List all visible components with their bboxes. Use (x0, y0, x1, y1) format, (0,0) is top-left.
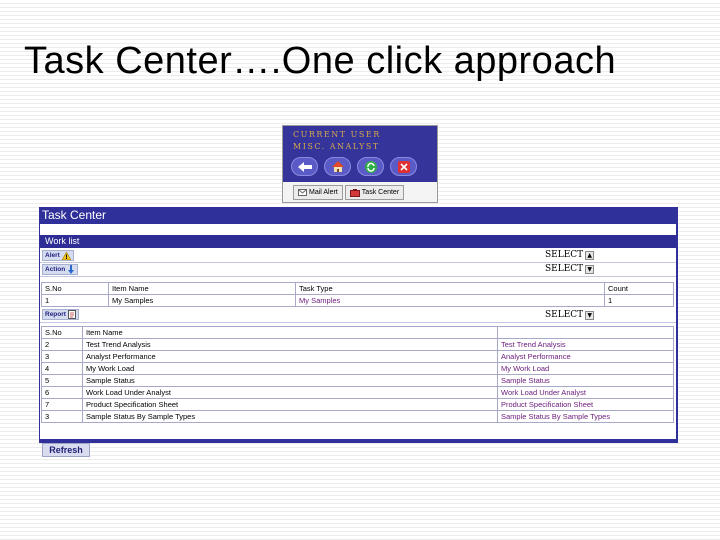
report-link[interactable]: Analyst Performance (497, 350, 674, 363)
worklist-header: Work list (40, 235, 676, 248)
table-row[interactable]: 2 Test Trend Analysis Test Trend Analysi… (41, 338, 674, 351)
table-row[interactable]: 7 Product Specification Sheet Product Sp… (41, 398, 674, 411)
table-row[interactable]: 3 Analyst Performance Analyst Performanc… (41, 350, 674, 363)
user-tabs: Mail Alert Task Center (293, 185, 405, 200)
back-arrow-icon (297, 161, 312, 172)
alert-label: Alert (45, 252, 60, 259)
report-select-value: SELECT (545, 310, 584, 320)
column-header: Item Name (108, 282, 296, 295)
table-header-row: S.No Item Name (41, 326, 674, 339)
table-row[interactable]: 1 My Samples My Samples 1 (41, 294, 674, 307)
cell-sno: 3 (41, 350, 83, 363)
cell-item: Work Load Under Analyst (82, 386, 498, 399)
report-select[interactable]: SELECT ▼ (545, 310, 595, 320)
close-button[interactable] (390, 157, 417, 176)
report-label: Report (45, 311, 66, 318)
user-toolbar (291, 157, 417, 176)
cell-sno: 6 (41, 386, 83, 399)
current-user-caption: Current User (293, 130, 381, 139)
download-arrow-icon (68, 265, 75, 274)
action-select[interactable]: SELECT ▼ (545, 264, 595, 274)
warning-icon (61, 251, 71, 260)
document-icon (67, 310, 76, 319)
cell-sno: 7 (41, 398, 83, 411)
task-type-link[interactable]: My Samples (295, 294, 605, 307)
back-button[interactable] (291, 157, 318, 176)
cell-count: 1 (604, 294, 674, 307)
refresh-button[interactable] (357, 157, 384, 176)
alert-select-value: SELECT (545, 250, 584, 260)
alert-select[interactable]: SELECT ▲ (545, 250, 595, 260)
report-table: S.No Item Name 2 Test Trend Analysis Tes… (41, 326, 674, 423)
task-center-window: Task Center Work list Alert SELECT ▲ Act… (39, 207, 678, 457)
tab-task-center[interactable]: Task Center (344, 185, 405, 200)
current-user-panel: Current User Misc. Analyst Mail Alert Ta… (282, 125, 438, 203)
cell-item: Test Trend Analysis (82, 338, 498, 351)
tab-mail-alert[interactable]: Mail Alert (293, 185, 343, 200)
report-link[interactable]: Test Trend Analysis (497, 338, 674, 351)
table-row[interactable]: 4 My Work Load My Work Load (41, 362, 674, 375)
column-header (497, 326, 674, 339)
cell-sno: 4 (41, 362, 83, 375)
report-link[interactable]: My Work Load (497, 362, 674, 375)
cell-sno: 2 (41, 338, 83, 351)
cell-item: Sample Status (82, 374, 498, 387)
chevron-down-icon: ▼ (585, 310, 595, 320)
cell-sno: 1 (41, 294, 109, 307)
column-header: S.No (41, 326, 83, 339)
cell-item: Analyst Performance (82, 350, 498, 363)
column-header: Task Type (295, 282, 605, 295)
close-icon (397, 160, 410, 173)
cell-item: Product Specification Sheet (82, 398, 498, 411)
table-header-row: S.No Item Name Task Type Count (41, 282, 674, 295)
report-row: Report SELECT ▼ (40, 308, 676, 323)
cell-item: My Samples (108, 294, 296, 307)
task-center-body: Work list Alert SELECT ▲ Action SELECT ▼ (40, 224, 676, 457)
table-row[interactable]: 3 Sample Status By Sample Types Sample S… (41, 410, 674, 423)
home-button[interactable] (324, 157, 351, 176)
cell-item: Sample Status By Sample Types (82, 410, 498, 423)
tab-task-center-label: Task Center (361, 189, 400, 196)
mail-icon (298, 189, 307, 196)
column-header: S.No (41, 282, 109, 295)
home-icon (331, 161, 344, 172)
table-row[interactable]: 5 Sample Status Sample Status (41, 374, 674, 387)
chevron-up-icon: ▲ (585, 250, 595, 260)
column-header: Count (604, 282, 674, 295)
refresh-icon (364, 160, 377, 173)
report-link[interactable]: Sample Status By Sample Types (497, 410, 674, 423)
task-center-title: Task Center (42, 208, 107, 222)
user-role-caption: Misc. Analyst (293, 142, 380, 151)
cell-sno: 3 (41, 410, 83, 423)
alert-button[interactable]: Alert (42, 250, 74, 261)
chevron-down-icon: ▼ (585, 264, 595, 274)
table-row[interactable]: 6 Work Load Under Analyst Work Load Unde… (41, 386, 674, 399)
slide-title: Task Center….One click approach (24, 40, 617, 82)
action-row: Action SELECT ▼ (40, 263, 676, 277)
cell-sno: 5 (41, 374, 83, 387)
tab-mail-alert-label: Mail Alert (309, 189, 338, 196)
column-header: Item Name (82, 326, 498, 339)
action-button[interactable]: Action (42, 264, 79, 275)
report-link[interactable]: Sample Status (497, 374, 674, 387)
action-label: Action (45, 266, 66, 273)
action-select-value: SELECT (545, 264, 584, 274)
cell-item: My Work Load (82, 362, 498, 375)
task-icon (349, 188, 360, 197)
worklist-table: S.No Item Name Task Type Count 1 My Samp… (41, 282, 674, 307)
alert-row: Alert SELECT ▲ (40, 249, 676, 263)
report-link[interactable]: Product Specification Sheet (497, 398, 674, 411)
user-header: Current User Misc. Analyst (283, 126, 437, 182)
refresh-button[interactable]: Refresh (42, 443, 90, 457)
report-link[interactable]: Work Load Under Analyst (497, 386, 674, 399)
report-button[interactable]: Report (42, 309, 79, 320)
